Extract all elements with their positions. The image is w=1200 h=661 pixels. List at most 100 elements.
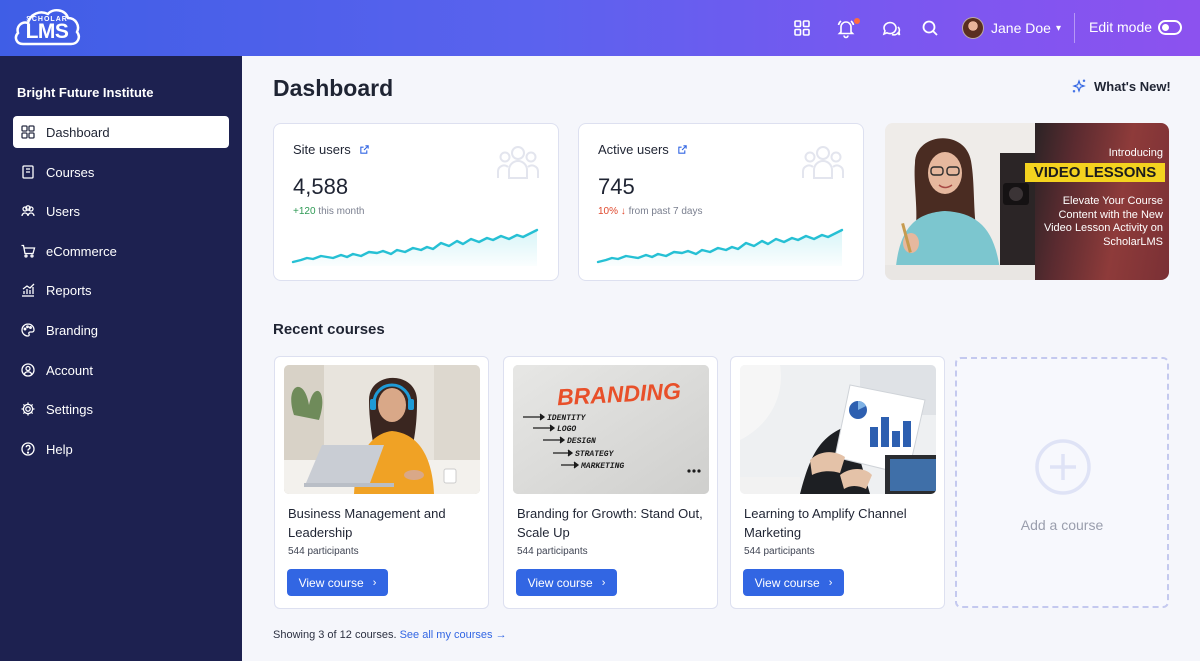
course-title[interactable]: Branding for Growth: Stand Out, Scale Up — [517, 504, 707, 542]
see-all-courses-link[interactable]: See all my courses → — [400, 629, 507, 641]
stat-label-text: Active users — [598, 142, 669, 157]
search-icon[interactable] — [919, 17, 941, 39]
external-link-icon[interactable] — [677, 144, 688, 155]
sidebar-item-label: Dashboard — [46, 124, 110, 140]
sidebar-item-reports[interactable]: Reports — [13, 274, 229, 306]
course-thumbnail: BRANDING IDENTITY LOGO DESIGN STRATEGY M… — [513, 365, 709, 494]
gear-icon — [20, 401, 36, 417]
user-name: Jane Doe — [991, 20, 1051, 36]
book-icon — [20, 164, 36, 180]
stat-value: 4,588 — [293, 174, 349, 199]
showing-text: Showing 3 of 12 courses. — [273, 629, 397, 641]
chevron-right-icon: › — [372, 576, 377, 589]
stat-label-text: Site users — [293, 142, 351, 157]
apps-grid-icon[interactable] — [791, 17, 813, 39]
page-title: Dashboard — [273, 75, 394, 101]
marketing-charts-image — [740, 365, 936, 494]
stat-delta-value: 10% ↓ — [598, 206, 626, 217]
chevron-right-icon: › — [828, 576, 833, 589]
sidebar-item-settings[interactable]: Settings — [13, 393, 229, 425]
whats-new-label: What's New! — [1094, 78, 1171, 94]
stat-delta: 10% ↓ from past 7 days — [598, 206, 703, 217]
branding-item-text: STRATEGY — [575, 450, 615, 459]
promo-intro: Introducing — [1108, 147, 1163, 159]
stat-card-site-users[interactable]: Site users 4,588 +120 this month — [273, 123, 559, 281]
chevron-right-icon: › — [601, 576, 606, 589]
toggle-knob — [1162, 24, 1169, 31]
sidebar-item-help[interactable]: Help — [13, 433, 229, 465]
view-course-button[interactable]: View course › — [516, 569, 617, 596]
branding-whiteboard-image: BRANDING IDENTITY LOGO DESIGN STRATEGY M… — [513, 365, 709, 494]
course-card[interactable]: Business Management and Leadership 544 p… — [274, 356, 489, 609]
sidebar-item-ecommerce[interactable]: eCommerce — [13, 235, 229, 267]
sidebar-item-branding[interactable]: Branding — [13, 314, 229, 346]
cart-icon — [20, 243, 36, 259]
course-thumbnail — [284, 365, 480, 494]
sidebar-item-label: eCommerce — [46, 243, 117, 259]
bell-icon[interactable] — [835, 17, 860, 39]
sidebar-item-dashboard[interactable]: Dashboard — [13, 116, 229, 148]
course-participants: 544 participants — [744, 546, 815, 557]
site-users-sparkline — [291, 228, 539, 266]
stat-card-active-users[interactable]: Active users 745 10% ↓ from past 7 days — [578, 123, 864, 281]
whats-new-link[interactable]: What's New! — [1071, 78, 1171, 94]
course-title[interactable]: Business Management and Leadership — [288, 504, 478, 542]
view-course-button[interactable]: View course › — [287, 569, 388, 596]
grid-icon — [20, 124, 36, 140]
edit-mode-toggle[interactable] — [1158, 20, 1182, 35]
sidebar-item-label: Help — [46, 441, 73, 457]
course-title[interactable]: Learning to Amplify Channel Marketing — [744, 504, 934, 542]
add-course-card[interactable]: Add a course — [955, 357, 1169, 608]
view-course-label: View course — [527, 575, 593, 590]
video-lessons-promo[interactable]: Introducing VIDEO LESSONS Elevate Your C… — [885, 123, 1169, 280]
branding-item-text: IDENTITY — [547, 414, 587, 423]
scholar-lms-logo[interactable]: SCHOLAR LMS — [13, 6, 81, 50]
woman-laptop-image — [284, 365, 480, 494]
course-card[interactable]: BRANDING IDENTITY LOGO DESIGN STRATEGY M… — [503, 356, 718, 609]
help-icon — [20, 441, 36, 457]
promo-description: Elevate Your Course Content with the New… — [1043, 195, 1163, 248]
sidebar-item-label: Account — [46, 362, 93, 378]
edit-mode-label: Edit mode — [1089, 19, 1153, 35]
course-participants: 544 participants — [517, 546, 588, 557]
branding-item-text: MARKETING — [580, 462, 624, 471]
promo-banner: VIDEO LESSONS — [1025, 163, 1165, 182]
course-participants: 544 participants — [288, 546, 359, 557]
course-thumbnail — [740, 365, 936, 494]
sidebar-item-users[interactable]: Users — [13, 195, 229, 227]
external-link-icon[interactable] — [359, 144, 370, 155]
notification-dot — [854, 18, 860, 24]
courses-count: Showing 3 of 12 courses. See all my cour… — [273, 629, 507, 641]
chevron-down-icon: ▾ — [1055, 22, 1061, 34]
view-course-button[interactable]: View course › — [743, 569, 844, 596]
user-menu[interactable]: Jane Doe ▾ — [962, 16, 1061, 40]
sidebar-item-label: Users — [46, 203, 80, 219]
stat-delta-suffix: from past 7 days — [625, 206, 703, 217]
active-users-sparkline — [596, 228, 844, 266]
branding-item-text: DESIGN — [567, 437, 596, 446]
view-course-label: View course — [754, 575, 820, 590]
org-name: Bright Future Institute — [17, 85, 154, 100]
chat-icon[interactable] — [880, 17, 902, 39]
branding-item-text: LOGO — [557, 425, 576, 434]
users-group-icon — [801, 144, 845, 180]
stat-delta-suffix: this month — [315, 206, 365, 217]
stat-label: Active users — [598, 142, 688, 157]
sidebar-item-label: Reports — [46, 282, 92, 298]
stat-delta: +120 this month — [293, 206, 364, 217]
sparkle-icon — [1072, 79, 1086, 93]
sidebar-item-label: Settings — [46, 401, 93, 417]
course-card[interactable]: Learning to Amplify Channel Marketing 54… — [730, 356, 945, 609]
sidebar-item-courses[interactable]: Courses — [13, 156, 229, 188]
sidebar-item-label: Courses — [46, 164, 95, 180]
stat-label: Site users — [293, 142, 370, 157]
chart-icon — [20, 282, 36, 298]
sidebar-item-account[interactable]: Account — [13, 354, 229, 386]
plus-circle-icon — [1035, 439, 1091, 495]
palette-icon — [20, 322, 36, 338]
users-icon — [20, 203, 36, 219]
stat-value: 745 — [598, 174, 635, 199]
recent-courses-heading: Recent courses — [273, 321, 385, 338]
account-icon — [20, 362, 36, 378]
add-course-label: Add a course — [1020, 517, 1104, 533]
